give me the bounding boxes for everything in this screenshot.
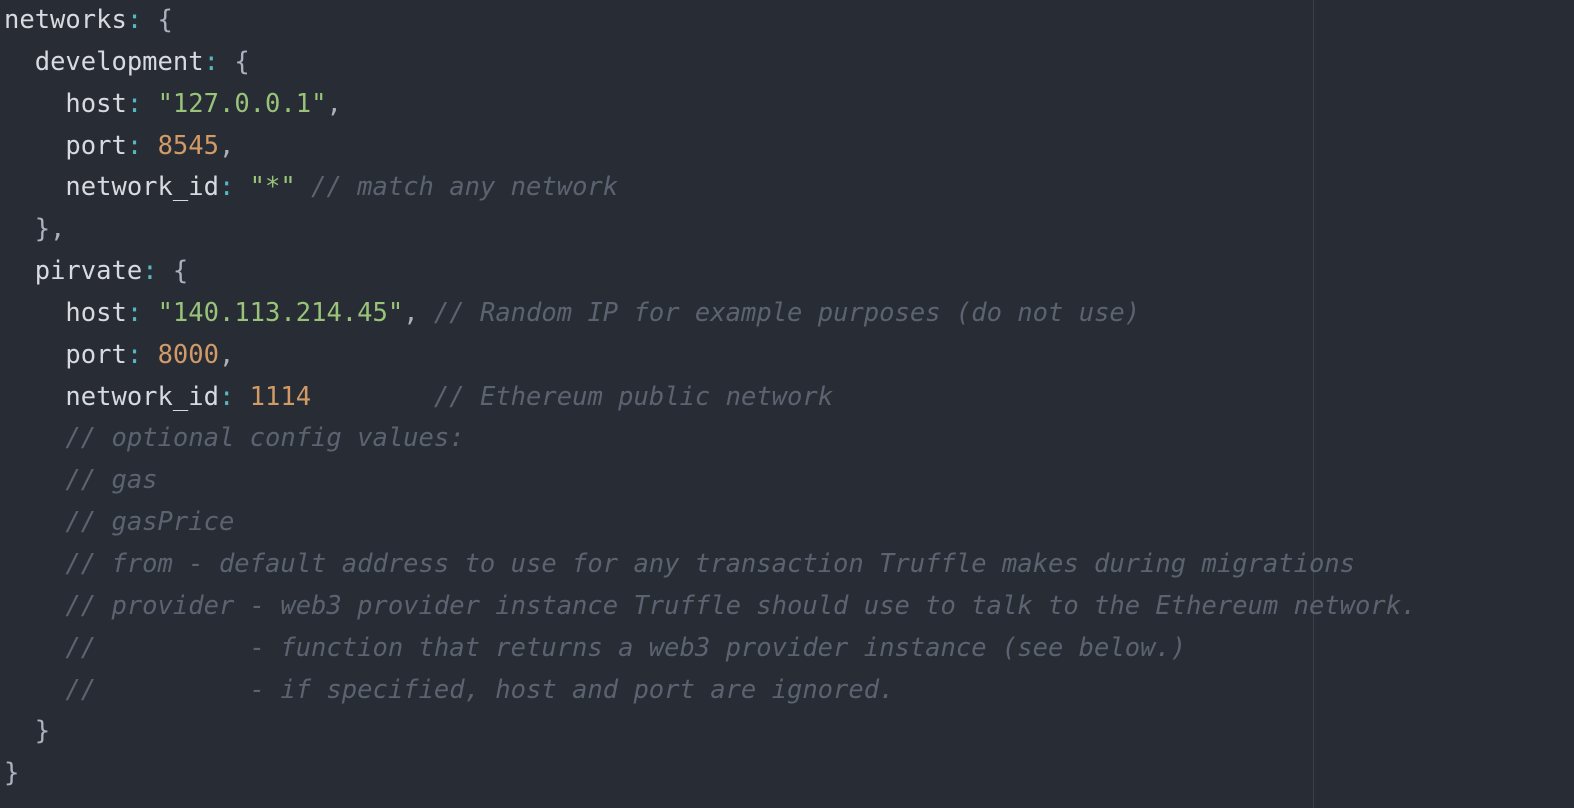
code-punctuation [4,423,65,453]
code-string: "127.0.0.1" [157,88,327,119]
code-colon: : [203,46,219,77]
code-line[interactable]: development: { [4,42,1416,84]
code-property: pirvate [34,256,143,287]
code-colon: : [126,130,143,161]
code-punctuation: , [326,88,342,119]
code-punctuation: , [403,297,434,328]
code-punctuation [4,591,65,621]
code-line[interactable]: }, [4,209,1416,251]
code-line[interactable]: pirvate: { [4,251,1416,293]
code-comment: // gas [65,465,158,496]
code-punctuation [4,172,65,202]
code-property: network_id [65,172,219,203]
code-comment: // gasPrice [65,507,235,538]
code-comment: // Random IP for example purposes (do no… [433,297,1141,328]
code-punctuation: , [218,130,235,161]
code-punctuation [142,131,157,161]
code-line[interactable]: // - if specified, host and port are ign… [4,670,1416,712]
code-colon: : [218,172,235,203]
code-line[interactable]: // optional config values: [4,418,1416,460]
code-punctuation: } [4,758,20,789]
code-area[interactable]: networks: { development: { host: "127.0.… [4,0,1416,795]
code-punctuation [4,256,35,286]
code-line[interactable]: } [4,711,1416,753]
code-number: 8545 [157,130,219,161]
code-string: "*" [249,172,296,203]
code-comment: // match any network [311,172,619,203]
code-punctuation [4,675,65,705]
code-punctuation [4,340,65,370]
code-comment: // Ethereum public network [433,381,834,412]
code-number: 1114 [249,381,312,412]
code-punctuation [234,172,249,202]
code-colon: : [126,5,143,35]
code-colon: : [142,256,158,287]
code-punctuation: , [218,339,235,370]
code-punctuation [4,298,65,328]
code-punctuation [296,172,311,202]
code-punctuation [4,465,65,495]
code-property: host [65,88,127,119]
code-property: networks [4,5,127,35]
code-punctuation [4,131,65,161]
code-line[interactable]: port: 8545, [4,126,1416,168]
code-punctuation [4,633,65,663]
code-colon: : [126,88,143,119]
code-colon: : [218,381,235,412]
code-punctuation [4,507,65,537]
code-punctuation [142,340,157,370]
code-property: development [34,46,204,77]
code-punctuation [4,382,65,412]
code-punctuation: }, [4,214,66,245]
code-line[interactable]: // - function that returns a web3 provid… [4,628,1416,670]
code-punctuation: } [4,716,51,747]
code-comment: // from - default address to use for any… [65,548,1356,579]
code-editor[interactable]: networks: { development: { host: "127.0.… [0,0,1574,808]
code-line[interactable]: network_id: "*" // match any network [4,167,1416,209]
code-line[interactable]: networks: { [4,0,1416,42]
code-punctuation [4,549,65,579]
code-property: network_id [65,381,219,412]
code-line[interactable]: } [4,753,1416,795]
code-line[interactable]: host: "140.113.214.45", // Random IP for… [4,293,1416,335]
code-punctuation [4,47,35,77]
code-property: host [65,297,127,328]
code-line[interactable]: // provider - web3 provider instance Tru… [4,586,1416,628]
code-line[interactable]: // gasPrice [4,502,1416,544]
code-punctuation: { [142,5,173,35]
code-punctuation [4,89,65,119]
code-line[interactable]: port: 8000, [4,335,1416,377]
code-punctuation [234,382,249,412]
code-number: 8000 [157,339,219,370]
code-punctuation [142,89,157,119]
code-comment: // optional config values: [65,423,465,454]
code-property: port [65,339,127,370]
code-line[interactable]: network_id: 1114 // Ethereum public netw… [4,377,1416,419]
code-line[interactable]: host: "127.0.0.1", [4,84,1416,126]
code-colon: : [126,339,143,370]
code-line[interactable]: // gas [4,460,1416,502]
code-punctuation [311,382,434,412]
code-property: port [65,130,127,161]
code-punctuation: { [157,256,189,287]
code-punctuation: { [218,46,250,77]
code-line[interactable]: // from - default address to use for any… [4,544,1416,586]
code-comment: // - if specified, host and port are ign… [65,674,895,705]
code-comment: // provider - web3 provider instance Tru… [65,590,1417,621]
code-string: "140.113.214.45" [157,297,404,328]
code-punctuation [142,298,157,328]
code-comment: // - function that returns a web3 provid… [65,632,1187,663]
code-colon: : [126,297,143,328]
